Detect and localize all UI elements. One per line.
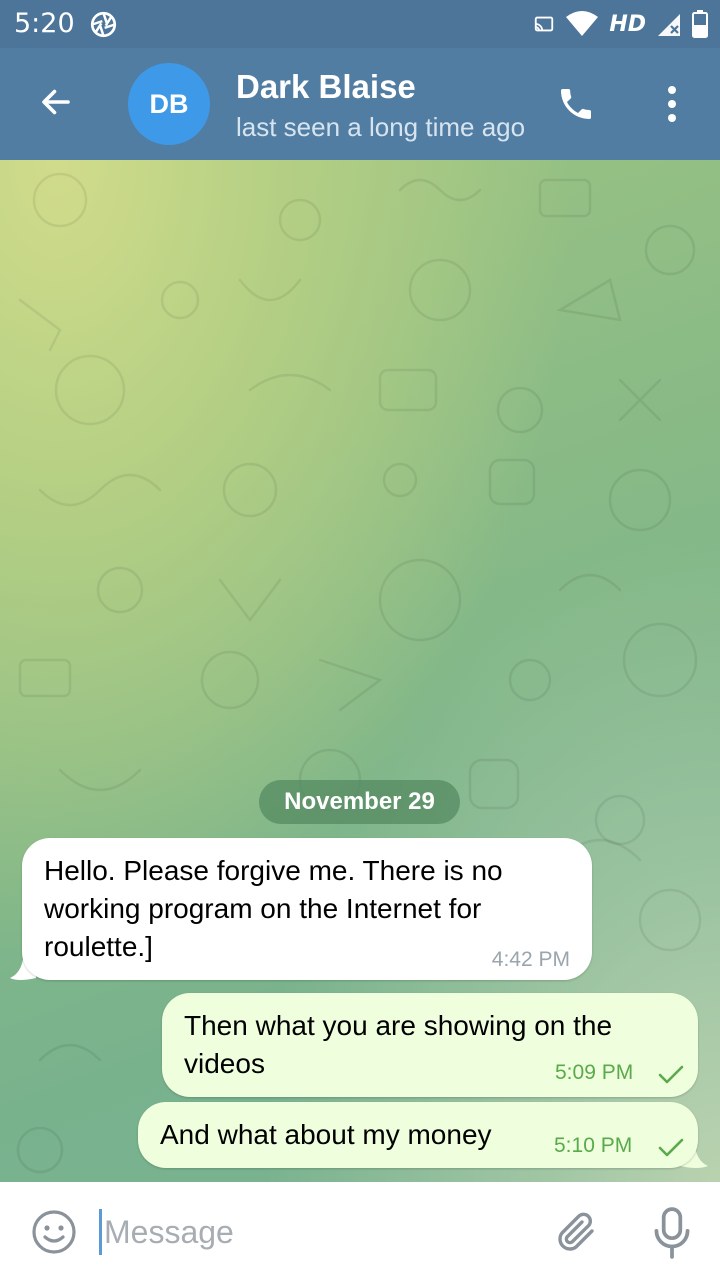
- chat-area[interactable]: November 29 Hello. Please forgive me. Th…: [0, 160, 720, 1182]
- text-caret: [99, 1209, 102, 1255]
- aperture-icon: [90, 11, 117, 38]
- emoji-icon[interactable]: [30, 1208, 78, 1256]
- sent-check-icon: [658, 1065, 684, 1084]
- message-text: And what about my money: [160, 1119, 492, 1150]
- phone-icon: [561, 89, 591, 119]
- network-label: HD: [609, 11, 646, 37]
- battery-icon: [692, 10, 708, 38]
- more-vertical-icon: [668, 86, 676, 122]
- date-separator: November 29: [259, 780, 460, 824]
- status-indicators: HD: [533, 8, 708, 40]
- message-input[interactable]: [104, 1208, 524, 1256]
- message-time: 4:42 PM: [491, 948, 570, 971]
- message-composer: [0, 1182, 720, 1280]
- wifi-icon: [566, 11, 599, 36]
- status-bar: 5:20 HD: [0, 0, 720, 48]
- status-time: 5:20: [14, 8, 75, 39]
- last-seen-status: last seen a long time ago: [236, 112, 526, 142]
- message-time: 5:10 PM: [554, 1134, 633, 1157]
- sent-check-icon: [658, 1138, 684, 1157]
- back-arrow-icon: [42, 89, 70, 115]
- message-bubble-outgoing[interactable]: And what about my money 5:10 PM: [138, 1102, 698, 1168]
- call-button[interactable]: [548, 76, 604, 132]
- message-bubble-incoming[interactable]: Hello. Please forgive me. There is no wo…: [22, 838, 592, 980]
- contact-name[interactable]: Dark Blaise: [236, 68, 416, 106]
- message-time: 5:09 PM: [555, 1061, 634, 1084]
- cast-icon: [535, 16, 554, 32]
- more-options-button[interactable]: [648, 76, 696, 132]
- attach-icon[interactable]: [552, 1208, 600, 1256]
- chat-header: DB Dark Blaise last seen a long time ago: [0, 48, 720, 160]
- back-button[interactable]: [26, 72, 86, 132]
- microphone-icon[interactable]: [650, 1206, 694, 1260]
- signal-icon: [658, 14, 680, 36]
- avatar[interactable]: DB: [128, 63, 210, 145]
- message-bubble-outgoing[interactable]: Then what you are showing on the videos …: [162, 993, 698, 1097]
